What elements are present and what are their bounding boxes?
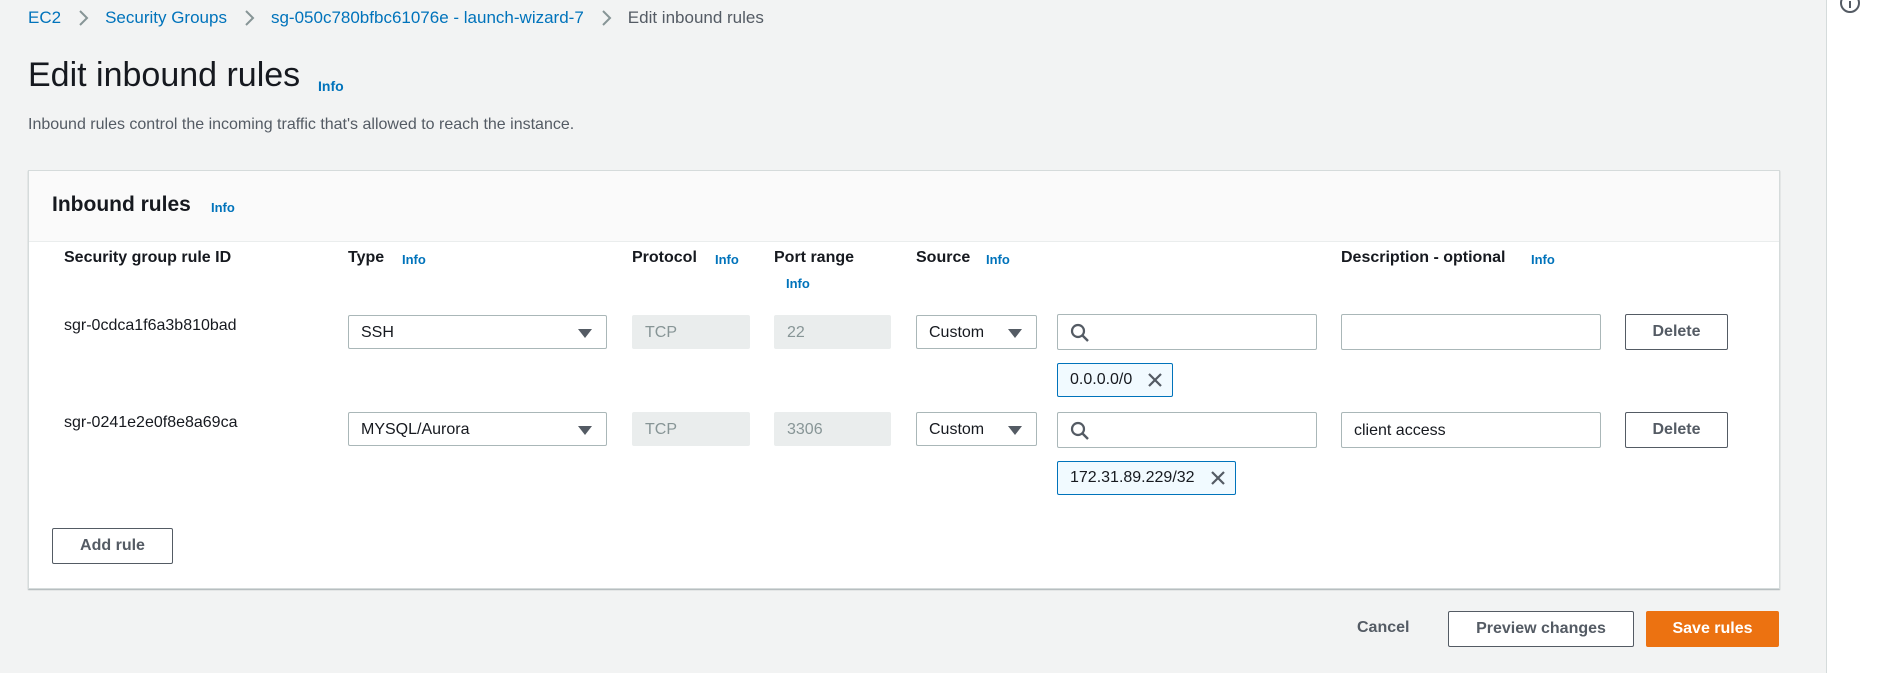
search-icon <box>1070 323 1089 342</box>
source-type-select[interactable]: Custom <box>916 315 1037 349</box>
port-range-value: 3306 <box>787 421 823 438</box>
column-header-protocol: Protocol <box>632 249 697 266</box>
source-type-value: Custom <box>929 324 985 341</box>
type-select-value: MYSQL/Aurora <box>361 421 470 438</box>
panel-title: Inbound rules <box>52 193 191 216</box>
close-icon[interactable] <box>1146 371 1164 389</box>
source-search-input[interactable] <box>1057 314 1317 350</box>
rule-id: sgr-0cdca1f6a3b810bad <box>64 317 237 334</box>
rule-id: sgr-0241e2e0f8e8a69ca <box>64 414 238 431</box>
close-icon[interactable] <box>1209 469 1227 487</box>
chevron-right-icon <box>245 10 255 26</box>
breadcrumb: EC2 Security Groups sg-050c780bfbc61076e… <box>28 8 764 28</box>
chevron-right-icon <box>602 10 612 26</box>
description-input[interactable] <box>1341 314 1601 350</box>
protocol-field: TCP <box>632 315 750 349</box>
source-token: 0.0.0.0/0 <box>1057 363 1174 397</box>
delete-button[interactable]: Delete <box>1625 412 1728 448</box>
caret-down-icon <box>578 426 592 435</box>
chevron-right-icon <box>79 10 89 26</box>
inbound-rules-panel: Inbound rules Info Security group rule I… <box>28 170 1780 589</box>
column-header-port-range: Port range <box>774 249 855 266</box>
source-token-value: 172.31.89.229/32 <box>1070 469 1195 486</box>
source-token: 172.31.89.229/32 <box>1057 461 1236 495</box>
panel-header: Inbound rules Info <box>29 171 1779 242</box>
help-panel-rail <box>1826 0 1894 673</box>
column-header-source: Source <box>916 249 971 266</box>
port-range-field: 3306 <box>774 412 891 446</box>
type-select[interactable]: MYSQL/Aurora <box>348 412 607 446</box>
protocol-field: TCP <box>632 412 750 446</box>
cancel-button[interactable]: Cancel <box>1357 619 1409 637</box>
type-info-link[interactable]: Info <box>402 252 426 267</box>
save-rules-button[interactable]: Save rules <box>1646 611 1779 647</box>
search-icon <box>1070 421 1089 440</box>
breadcrumb-security-groups[interactable]: Security Groups <box>105 8 227 28</box>
source-type-select[interactable]: Custom <box>916 412 1037 446</box>
source-token-value: 0.0.0.0/0 <box>1070 371 1133 388</box>
protocol-value: TCP <box>645 324 677 341</box>
description-info-link[interactable]: Info <box>1531 252 1555 267</box>
type-select[interactable]: SSH <box>348 315 607 349</box>
page-title-info-link[interactable]: Info <box>318 78 344 94</box>
column-header-description: Description - optional <box>1341 249 1506 266</box>
panel-info-link[interactable]: Info <box>211 200 235 215</box>
breadcrumb-security-group[interactable]: sg-050c780bfbc61076e - launch-wizard-7 <box>271 8 584 28</box>
caret-down-icon <box>578 329 592 338</box>
source-info-link[interactable]: Info <box>986 252 1010 267</box>
page-title: Edit inbound rules <box>28 56 301 94</box>
preview-changes-button[interactable]: Preview changes <box>1448 611 1634 647</box>
protocol-info-link[interactable]: Info <box>715 252 739 267</box>
caret-down-icon <box>1008 426 1022 435</box>
column-header-type: Type <box>348 249 385 266</box>
breadcrumb-ec2[interactable]: EC2 <box>28 8 61 28</box>
description-input[interactable]: client access <box>1341 412 1601 448</box>
delete-button[interactable]: Delete <box>1625 314 1728 350</box>
port-range-value: 22 <box>787 324 805 341</box>
port-range-info-link[interactable]: Info <box>786 276 810 291</box>
source-search-input[interactable] <box>1057 412 1317 448</box>
info-icon[interactable] <box>1839 0 1861 14</box>
port-range-field: 22 <box>774 315 891 349</box>
description-value: client access <box>1354 422 1446 439</box>
source-type-value: Custom <box>929 421 985 438</box>
caret-down-icon <box>1008 329 1022 338</box>
page-description: Inbound rules control the incoming traff… <box>28 116 575 133</box>
type-select-value: SSH <box>361 324 394 341</box>
protocol-value: TCP <box>645 421 677 438</box>
breadcrumb-current: Edit inbound rules <box>627 8 764 27</box>
column-header-rule-id: Security group rule ID <box>64 249 232 266</box>
add-rule-button[interactable]: Add rule <box>52 528 173 564</box>
